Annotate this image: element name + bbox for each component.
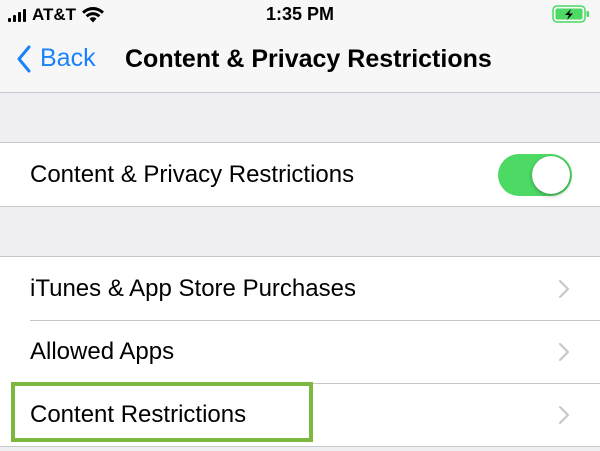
restrictions-settings-group: iTunes & App Store Purchases Allowed App…: [0, 256, 600, 447]
settings-row-label: Allowed Apps: [30, 337, 175, 365]
settings-row-label: Content Restrictions: [30, 400, 247, 428]
settings-row-label: iTunes & App Store Purchases: [30, 274, 356, 302]
settings-screen: AT&T 1:35 PM Back Content & Privacy Rest…: [0, 0, 600, 451]
chevron-left-icon: [17, 45, 31, 72]
settings-row-content-restrictions[interactable]: Content Restrictions: [0, 383, 600, 446]
toggle-knob: [532, 155, 570, 194]
chevron-right-icon: [558, 405, 570, 424]
restrictions-toggle-group: Content & Privacy Restrictions: [0, 142, 600, 207]
page-title: Content & Privacy Restrictions: [125, 45, 492, 73]
status-time: 1:35 PM: [265, 4, 335, 24]
battery-charging-icon: [552, 5, 589, 23]
status-right: [552, 5, 590, 23]
restrictions-toggle-switch[interactable]: [498, 153, 572, 196]
back-button[interactable]: Back: [16, 44, 96, 73]
restrictions-toggle-label: Content & Privacy Restrictions: [30, 160, 355, 188]
settings-row-allowed-apps[interactable]: Allowed Apps: [0, 320, 600, 383]
back-label: Back: [40, 44, 96, 72]
chevron-right-icon: [558, 279, 570, 298]
status-bar: AT&T 1:35 PM: [0, 0, 600, 30]
chevron-right-icon: [558, 342, 570, 361]
restrictions-toggle-row: Content & Privacy Restrictions: [0, 143, 600, 206]
settings-row-itunes-purchases[interactable]: iTunes & App Store Purchases: [0, 257, 600, 320]
navigation-bar: Back Content & Privacy Restrictions: [0, 30, 600, 93]
